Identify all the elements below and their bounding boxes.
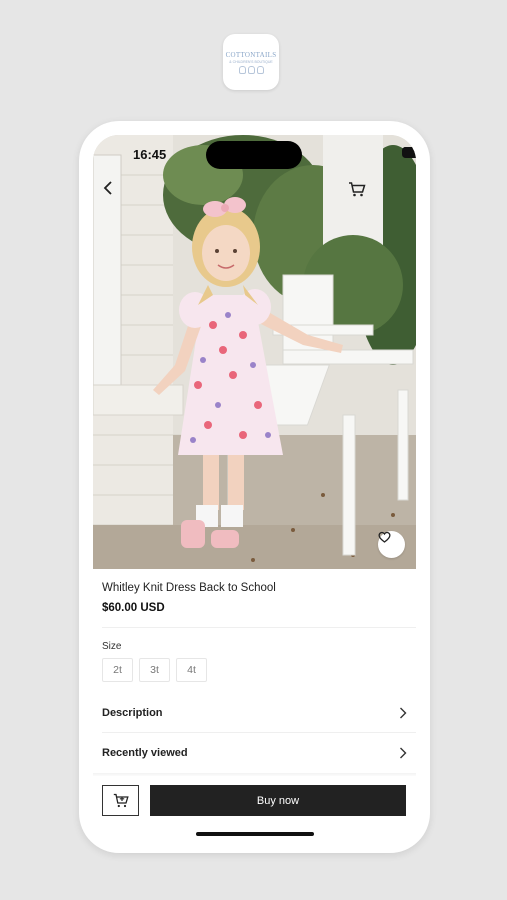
- battery-icon: [402, 147, 416, 158]
- description-row[interactable]: Description: [102, 702, 407, 724]
- favorite-button[interactable]: [378, 531, 405, 558]
- home-indicator: [196, 832, 314, 836]
- chevron-left-icon: [103, 181, 112, 195]
- cart-top-button[interactable]: [348, 181, 372, 203]
- add-to-cart-button[interactable]: [102, 785, 139, 816]
- app-logo-tagline: & CHILDREN'S BOUTIQUE: [229, 59, 273, 64]
- recently-viewed-row[interactable]: Recently viewed: [102, 742, 407, 764]
- cart-plus-icon: [113, 793, 129, 808]
- heart-icon: [378, 531, 391, 543]
- recently-viewed-label: Recently viewed: [102, 747, 188, 759]
- size-option-4t[interactable]: 4t: [176, 658, 207, 682]
- dynamic-island: [206, 141, 302, 169]
- cart-icon: [349, 182, 366, 197]
- size-option-3t[interactable]: 3t: [139, 658, 170, 682]
- logo-bunnies-icon: [238, 65, 264, 74]
- size-option-2t[interactable]: 2t: [102, 658, 133, 682]
- description-label: Description: [102, 707, 163, 719]
- divider: [102, 627, 416, 628]
- chevron-right-icon: [400, 707, 407, 719]
- buy-now-button[interactable]: Buy now: [150, 785, 406, 816]
- phone-frame: 16:45 Whitley Knit Dress Back to School …: [79, 121, 430, 853]
- product-price: $60.00 USD: [102, 602, 165, 614]
- size-options: 2t 3t 4t: [102, 658, 207, 682]
- back-button[interactable]: [103, 181, 125, 203]
- size-label: Size: [102, 641, 122, 652]
- status-time: 16:45: [133, 147, 167, 162]
- app-logo: COTTONTAILS & CHILDREN'S BOUTIQUE: [223, 34, 279, 90]
- chevron-right-icon: [400, 747, 407, 759]
- product-screen: 16:45 Whitley Knit Dress Back to School …: [93, 135, 416, 839]
- product-title: Whitley Knit Dress Back to School: [102, 582, 276, 594]
- divider: [102, 732, 416, 733]
- product-image[interactable]: 16:45: [93, 135, 416, 569]
- app-logo-text: COTTONTAILS: [225, 50, 277, 59]
